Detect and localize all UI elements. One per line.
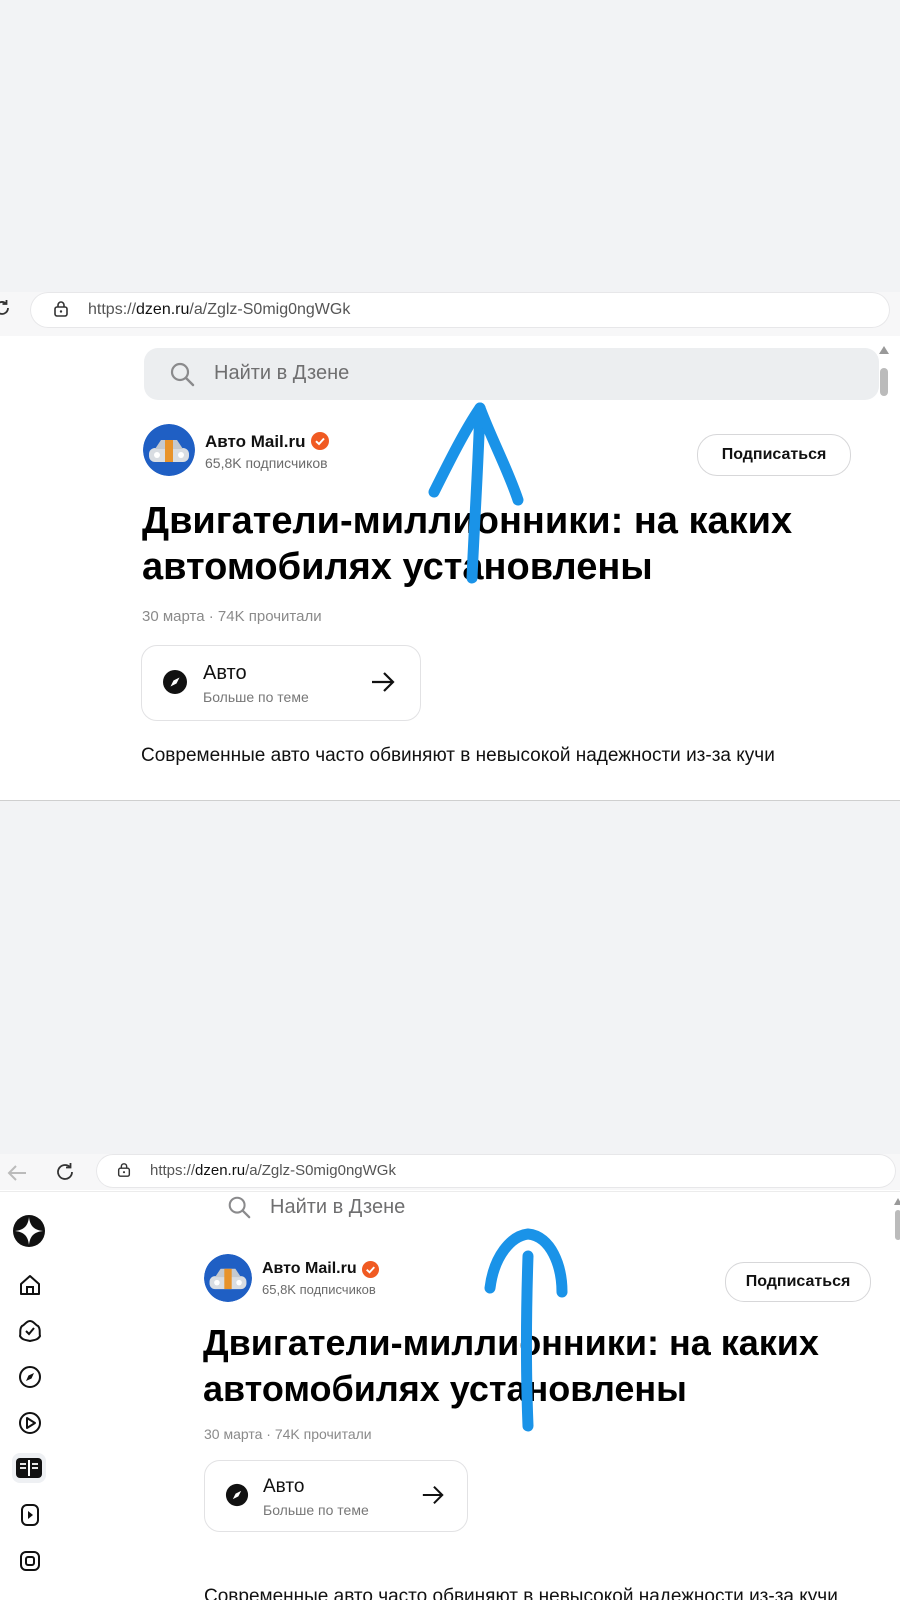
search-placeholder: Найти в Дзене	[214, 362, 350, 384]
article-meta: 30 марта · 74K прочитали	[204, 1426, 372, 1442]
top-screenshot: https://dzen.ru/a/Zglz-S0mig0ngWGk Найти…	[0, 292, 900, 801]
topic-name: Авто	[263, 1476, 305, 1497]
subscriptions-icon[interactable]	[16, 1317, 44, 1345]
channel-avatar[interactable]	[143, 424, 195, 476]
home-icon[interactable]	[16, 1271, 44, 1299]
url-text[interactable]: https://dzen.ru/a/Zglz-S0mig0ngWGk	[150, 1162, 396, 1179]
arrow-right-icon	[372, 672, 395, 692]
more-icon[interactable]	[16, 1547, 44, 1575]
compass-icon	[163, 670, 187, 694]
verified-badge-icon	[362, 1261, 379, 1278]
articles-nav-item[interactable]	[12, 1453, 46, 1483]
scrollbar-thumb[interactable]	[895, 1210, 900, 1240]
lock-icon[interactable]	[116, 1162, 132, 1178]
channel-avatar[interactable]	[204, 1254, 252, 1302]
address-bar[interactable]: https://dzen.ru/a/Zglz-S0mig0ngWGk	[96, 1154, 896, 1188]
url-domain: dzen.ru	[136, 301, 190, 318]
swipe-up-arrow-icon	[428, 402, 524, 584]
car-avatar-icon	[143, 424, 195, 476]
scrollbar-thumb[interactable]	[880, 368, 888, 396]
article-body-text: Современные авто часто обвиняют в невысо…	[204, 1586, 838, 1600]
channel-name[interactable]: Авто Mail.ru	[262, 1260, 357, 1278]
bottom-screenshot: https://dzen.ru/a/Zglz-S0mig0ngWGk Найти…	[0, 1154, 900, 1600]
lock-icon[interactable]	[52, 300, 70, 318]
article-meta: 30 марта · 74K прочитали	[142, 608, 322, 625]
search-icon	[228, 1196, 251, 1219]
article-body-text: Современные авто часто обвиняют в невысо…	[141, 745, 775, 766]
url-prefix: https://	[88, 301, 137, 318]
scroll-up-button[interactable]	[894, 1198, 900, 1205]
arrow-right-icon	[422, 1485, 444, 1505]
topic-card[interactable]: Авто Больше по теме	[204, 1460, 468, 1532]
articles-icon	[16, 1458, 42, 1478]
subscriber-count: 65,8K подписчиков	[262, 1282, 376, 1297]
reload-icon[interactable]	[0, 298, 12, 318]
subscribe-button[interactable]: Подписаться	[725, 1262, 871, 1302]
search-icon	[170, 362, 195, 387]
search-placeholder: Найти в Дзене	[270, 1196, 406, 1218]
scroll-up-button[interactable]	[879, 346, 889, 354]
topic-name: Авто	[203, 662, 247, 684]
car-avatar-icon	[204, 1254, 252, 1302]
reload-icon[interactable]	[54, 1161, 76, 1183]
address-bar[interactable]: https://dzen.ru/a/Zglz-S0mig0ngWGk	[30, 292, 890, 328]
url-domain: dzen.ru	[195, 1162, 246, 1179]
topic-subtitle: Больше по теме	[263, 1502, 369, 1518]
dzen-logo-icon[interactable]	[12, 1214, 46, 1248]
channel-name[interactable]: Авто Mail.ru	[205, 432, 306, 452]
url-text[interactable]: https://dzen.ru/a/Zglz-S0mig0ngWGk	[88, 301, 350, 319]
search-bar[interactable]: Найти в Дзене	[144, 348, 879, 400]
subscribe-button[interactable]: Подписаться	[697, 434, 851, 476]
compass-nav-icon[interactable]	[16, 1363, 44, 1391]
subscriber-count: 65,8K подписчиков	[205, 455, 328, 471]
video-icon[interactable]	[16, 1409, 44, 1437]
url-path: /a/Zglz-S0mig0ngWGk	[189, 301, 351, 318]
url-prefix: https://	[150, 1162, 196, 1179]
verified-badge-icon	[311, 432, 329, 450]
topic-card[interactable]: Авто Больше по теме	[141, 645, 421, 721]
swipe-up-arrow-icon	[484, 1228, 568, 1432]
shorts-icon[interactable]	[16, 1501, 44, 1529]
url-path: /a/Zglz-S0mig0ngWGk	[245, 1162, 396, 1179]
search-bar[interactable]: Найти в Дзене	[218, 1188, 818, 1228]
topic-subtitle: Больше по теме	[203, 689, 309, 705]
compass-icon	[225, 1483, 249, 1507]
back-arrow-icon[interactable]	[6, 1164, 28, 1182]
